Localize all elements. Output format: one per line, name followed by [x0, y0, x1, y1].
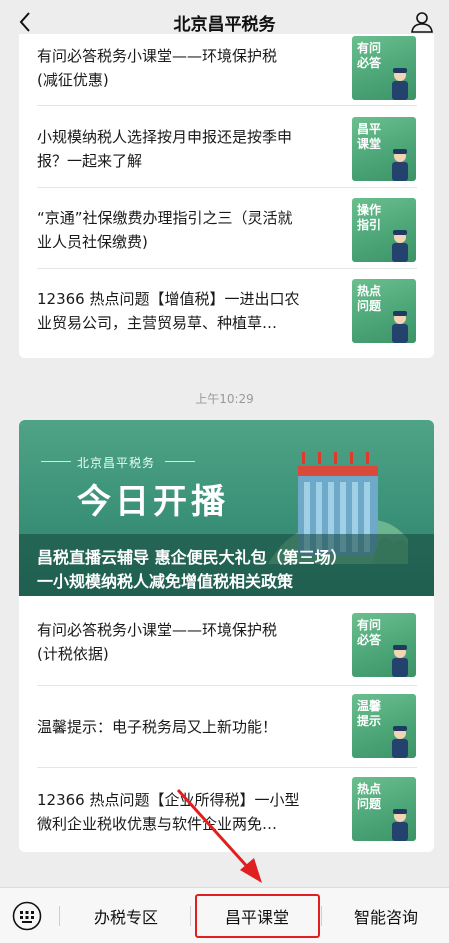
article-title: 有问必答税务小课堂——环境保护税 (计税依据) [37, 621, 278, 663]
article-title: 温馨提示：电子税务局又上新功能！ [37, 718, 278, 736]
page-title: 北京昌平税务 [173, 14, 276, 35]
message-timestamp: 上午10:29 [195, 392, 254, 406]
divider [165, 461, 195, 462]
article-title: 有问必答税务小课堂——环境保护税 (减征优惠) [37, 47, 278, 89]
divider [37, 685, 417, 686]
article-thumbnail: 有问必答 [352, 613, 416, 677]
divider [37, 767, 417, 768]
divider [321, 906, 322, 926]
banner-caption: 昌税直播云辅导 惠企便民大礼包（第三场） [37, 548, 347, 567]
officer-figure-icon [392, 311, 408, 343]
highlight-box [195, 894, 320, 938]
officer-figure-icon [392, 149, 408, 181]
article-item[interactable]: 有问必答税务小课堂——环境保护税 (计税依据) 有问必答 [19, 608, 434, 688]
article-item[interactable]: 小规模纳税人选择按月申报还是按季申 报？一起来了解 昌平课堂 [19, 114, 434, 194]
officer-figure-icon [392, 645, 408, 677]
article-item[interactable]: 有问必答税务小课堂——环境保护税 (减征优惠) 有问必答 [19, 34, 434, 114]
article-item[interactable]: “京通”社保缴费办理指引之三（灵活就 业人员社保缴费) 操作指引 [19, 196, 434, 276]
person-icon [411, 12, 433, 33]
officer-figure-icon [392, 230, 408, 262]
article-title: 小规模纳税人选择按月申报还是按季申 报？一起来了解 [37, 128, 293, 170]
profile-button[interactable] [407, 7, 437, 37]
keyboard-icon[interactable] [11, 900, 43, 932]
article-thumbnail: 热点问题 [352, 777, 416, 841]
feature-banner[interactable]: 北京昌平税务 今日开播 昌税直播云辅导 惠企便民大礼包（第三场） 一小规模纳税人… [19, 420, 434, 596]
article-thumbnail: 有问必答 [352, 36, 416, 100]
divider [59, 906, 60, 926]
article-thumbnail: 热点问题 [352, 279, 416, 343]
article-item[interactable]: 温馨提示：电子税务局又上新功能！ 温馨提示 [19, 692, 434, 772]
banner-headline: 今日开播 [77, 482, 229, 522]
divider [37, 268, 417, 269]
article-title: “京通”社保缴费办理指引之三（灵活就 业人员社保缴费) [37, 209, 293, 251]
banner-caption: 一小规模纳税人减免增值税相关政策 [37, 572, 294, 591]
officer-figure-icon [392, 809, 408, 841]
article-thumbnail: 温馨提示 [352, 694, 416, 758]
article-title: 12366 热点问题【企业所得税】一小型 微利企业税收优惠与软件企业两免… [37, 791, 300, 833]
menu-tab-smart-consult[interactable]: 智能咨询 [324, 888, 448, 943]
article-title: 12366 热点问题【增值税】一进出口农 业贸易公司，主营贸易草、种植草… [37, 290, 300, 332]
chevron-left-icon [19, 12, 30, 32]
article-card: 有问必答税务小课堂——环境保护税 (减征优惠) 有问必答 小规模纳税人选择按月申报… [19, 34, 434, 358]
bottom-menu-bar: 办税专区 昌平课堂 智能咨询 [0, 887, 449, 943]
divider [37, 187, 417, 188]
article-thumbnail: 昌平课堂 [352, 117, 416, 181]
divider [190, 906, 191, 926]
article-thumbnail: 操作指引 [352, 198, 416, 262]
back-button[interactable] [10, 7, 40, 37]
divider [37, 105, 417, 106]
officer-figure-icon [392, 726, 408, 758]
article-item[interactable]: 12366 热点问题【增值税】一进出口农 业贸易公司，主营贸易草、种植草… 热点问… [19, 277, 434, 357]
article-item[interactable]: 12366 热点问题【企业所得税】一小型 微利企业税收优惠与软件企业两免… 热点问… [19, 774, 434, 852]
menu-tab-tax-services[interactable]: 办税专区 [62, 888, 190, 943]
article-card: 北京昌平税务 今日开播 昌税直播云辅导 惠企便民大礼包（第三场） 一小规模纳税人… [19, 420, 434, 852]
officer-figure-icon [392, 68, 408, 100]
banner-brand: 北京昌平税务 [77, 456, 156, 470]
divider [41, 461, 71, 462]
